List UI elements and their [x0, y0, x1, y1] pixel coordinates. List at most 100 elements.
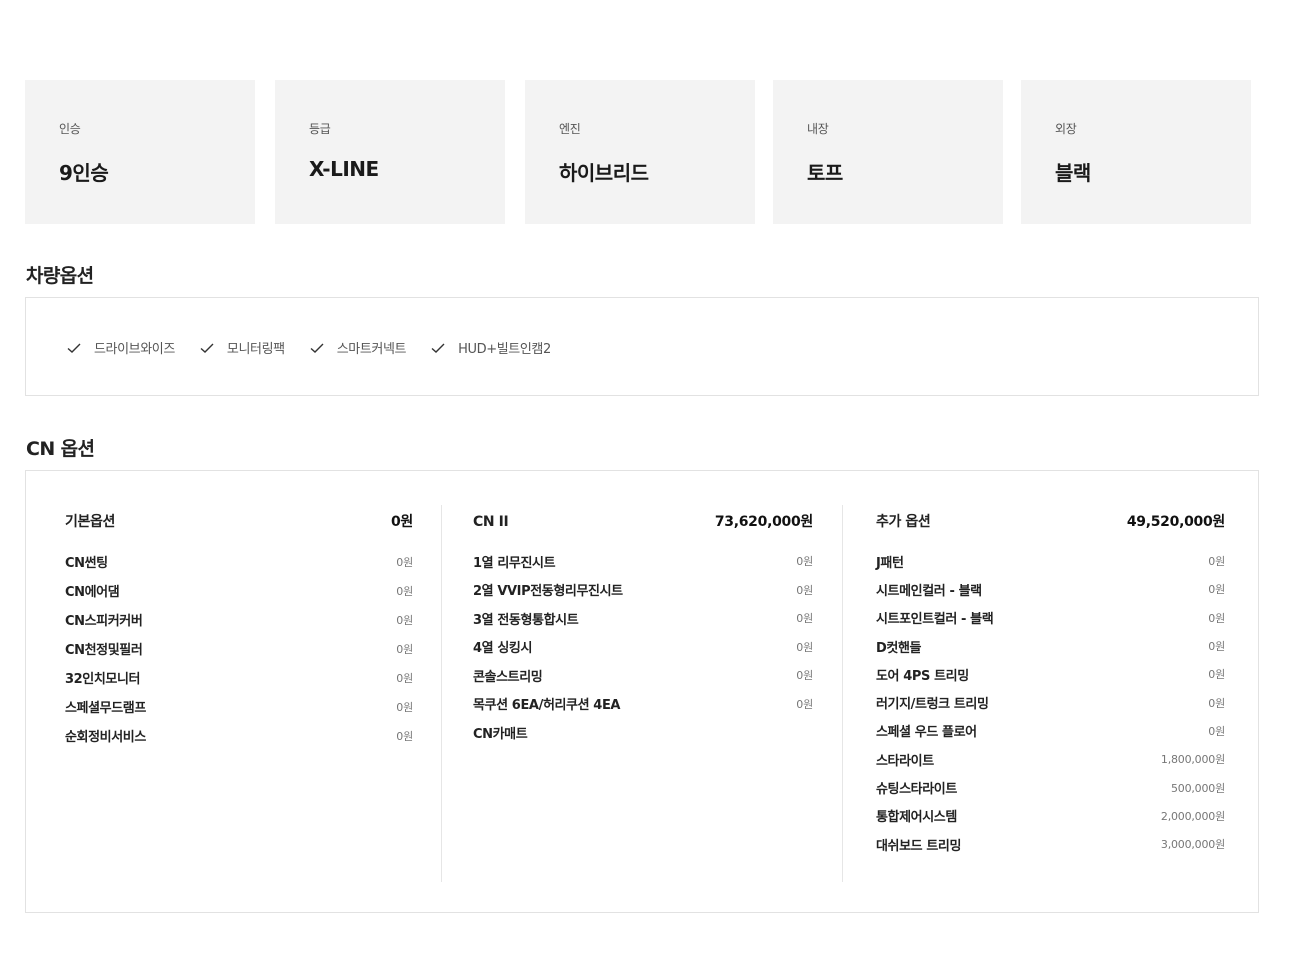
- option-row: J패턴 0원: [876, 547, 1225, 575]
- option-name: 스페셜 우드 플로어: [876, 725, 977, 741]
- option-name: 통합제어시스템: [876, 810, 957, 826]
- vehicle-option-item: 모니터링팩: [199, 338, 285, 357]
- option-price: 0원: [1208, 583, 1225, 597]
- option-name: CN썬팅: [65, 556, 108, 571]
- option-name: 32인치모니터: [65, 672, 141, 687]
- option-row: 1열 리무진시트 0원: [473, 547, 813, 576]
- option-name: CN천정및필러: [65, 643, 143, 658]
- spec-value: 블랙: [1055, 161, 1091, 185]
- option-name: CN스피커커버: [65, 614, 143, 629]
- column-divider: [842, 505, 843, 882]
- spec-value: 토프: [807, 161, 843, 185]
- option-name: CN에어댐: [65, 585, 120, 600]
- option-price: 0원: [1208, 724, 1225, 738]
- option-row: 콘솔스트리밍 0원: [473, 661, 813, 690]
- option-row: 3열 전동형통합시트 0원: [473, 604, 813, 633]
- vehicle-option-label: 모니터링팩: [226, 342, 285, 357]
- spec-label: 외장: [1055, 122, 1077, 136]
- option-name: 2열 VVIP전동형리무진시트: [473, 584, 623, 600]
- option-name: 시트포인트컬러 - 블랙: [876, 612, 994, 628]
- option-price: 0원: [396, 642, 413, 656]
- vehicle-option-label: 드라이브와이즈: [94, 342, 175, 357]
- option-name: 목쿠션 6EA/허리쿠션 4EA: [473, 698, 621, 714]
- vehicle-option-label: HUD+빌트인캠2: [458, 342, 551, 357]
- spec-card-interior: 내장 토프: [773, 80, 1003, 224]
- option-name: CN카매트: [473, 726, 528, 742]
- option-row: 목쿠션 6EA/허리쿠션 4EA 0원: [473, 690, 813, 719]
- spec-value: 9인승: [59, 161, 109, 185]
- spec-summary: 인승 9인승 등급 X-LINE 엔진 하이브리드 내장 토프 외장 블랙: [25, 80, 1251, 224]
- vehicle-options-box: 드라이브와이즈 모니터링팩 스마트커넥트 HUD+빌트인캠2: [25, 297, 1259, 396]
- column-total: 73,620,000원: [714, 514, 813, 530]
- option-row: 순회정비서비스 0원: [65, 721, 413, 750]
- option-row: 스타라이트 1,800,000원: [876, 745, 1225, 773]
- option-price: 0원: [1208, 611, 1225, 625]
- vehicle-options-list: 드라이브와이즈 모니터링팩 스마트커넥트 HUD+빌트인캠2: [66, 338, 575, 357]
- option-price: 2,000,000원: [1160, 809, 1225, 823]
- option-row: 통합제어시스템 2,000,000원: [876, 802, 1225, 830]
- option-price: 0원: [396, 700, 413, 714]
- column-title: 기본옵션: [65, 514, 115, 530]
- option-row: 32인치모니터 0원: [65, 663, 413, 692]
- spec-label: 엔진: [559, 122, 581, 136]
- option-name: 시트메인컬러 - 블랙: [876, 583, 982, 599]
- option-row: CN카매트: [473, 718, 813, 747]
- spec-card-seats: 인승 9인승: [25, 80, 255, 224]
- item-list: CN썬팅 0원 CN에어댐 0원 CN스피커커버 0원 CN천정및필러 0원 32인치모니터 0원…: [65, 547, 413, 750]
- option-price: 0원: [796, 640, 813, 654]
- option-row: 시트메인컬러 - 블랙 0원: [876, 575, 1225, 603]
- column-total: 0원: [390, 514, 413, 530]
- option-name: 3열 전동형통합시트: [473, 612, 579, 628]
- option-name: 스타라이트: [876, 753, 934, 769]
- option-name: 러기지/트렁크 트리밍: [876, 697, 989, 713]
- check-icon: [431, 343, 445, 353]
- option-row: 슈팅스타라이트 500,000원: [876, 773, 1225, 801]
- option-price: 0원: [1208, 696, 1225, 710]
- option-name: 슈팅스타라이트: [876, 782, 957, 798]
- spec-label: 내장: [807, 122, 829, 136]
- option-price: 3,000,000원: [1160, 838, 1225, 852]
- option-row: 4열 싱킹시 0원: [473, 633, 813, 662]
- option-row: CN썬팅 0원: [65, 547, 413, 576]
- vehicle-options-title: 차량옵션: [26, 265, 94, 287]
- column-divider: [441, 505, 442, 882]
- vehicle-option-label: 스마트커넥트: [336, 342, 407, 357]
- column-header: CN II 73,620,000원: [473, 511, 813, 531]
- spec-label: 인승: [59, 122, 81, 136]
- option-price: 0원: [396, 584, 413, 598]
- option-name: D컷핸들: [876, 640, 922, 656]
- option-row: 대쉬보드 트리밍 3,000,000원: [876, 830, 1225, 858]
- option-price: 0원: [1208, 668, 1225, 682]
- option-price: 0원: [1208, 640, 1225, 654]
- cn-column-basic: 기본옵션 0원 CN썬팅 0원 CN에어댐 0원 CN스피커커버 0원 CN천정및필러 0원 3…: [65, 471, 413, 912]
- option-name: 대쉬보드 트리밍: [876, 838, 962, 854]
- option-name: 콘솔스트리밍: [473, 669, 543, 685]
- option-name: 1열 리무진시트: [473, 555, 556, 571]
- column-total: 49,520,000원: [1126, 514, 1225, 530]
- option-price: 500,000원: [1170, 781, 1225, 795]
- cn-options-box: 기본옵션 0원 CN썬팅 0원 CN에어댐 0원 CN스피커커버 0원 CN천정및필러 0원 3…: [25, 470, 1259, 913]
- option-name: J패턴: [876, 555, 904, 571]
- option-price: 0원: [396, 729, 413, 743]
- option-price: 0원: [796, 669, 813, 683]
- option-name: 4열 싱킹시: [473, 641, 533, 657]
- option-price: 1,800,000원: [1160, 753, 1225, 767]
- column-title: 추가 옵션: [876, 514, 931, 530]
- option-row: 러기지/트렁크 트리밍 0원: [876, 688, 1225, 716]
- option-row: CN천정및필러 0원: [65, 634, 413, 663]
- option-name: 순회정비서비스: [65, 730, 146, 745]
- check-icon: [67, 343, 81, 353]
- cn-column-additional: 추가 옵션 49,520,000원 J패턴 0원 시트메인컬러 - 블랙 0원 시트포인…: [876, 471, 1225, 912]
- option-row: CN스피커커버 0원: [65, 605, 413, 634]
- option-price: 0원: [796, 612, 813, 626]
- spec-value: X-LINE: [309, 157, 379, 181]
- column-title: CN II: [473, 514, 509, 530]
- spec-value: 하이브리드: [559, 161, 649, 185]
- option-price: 0원: [396, 555, 413, 569]
- column-header: 추가 옵션 49,520,000원: [876, 511, 1225, 531]
- item-list: J패턴 0원 시트메인컬러 - 블랙 0원 시트포인트컬러 - 블랙 0원 D컷핸들 0원 도어…: [876, 547, 1225, 858]
- option-price: 0원: [396, 613, 413, 627]
- option-row: 2열 VVIP전동형리무진시트 0원: [473, 576, 813, 605]
- spec-card-exterior: 외장 블랙: [1021, 80, 1251, 224]
- check-icon: [200, 343, 214, 353]
